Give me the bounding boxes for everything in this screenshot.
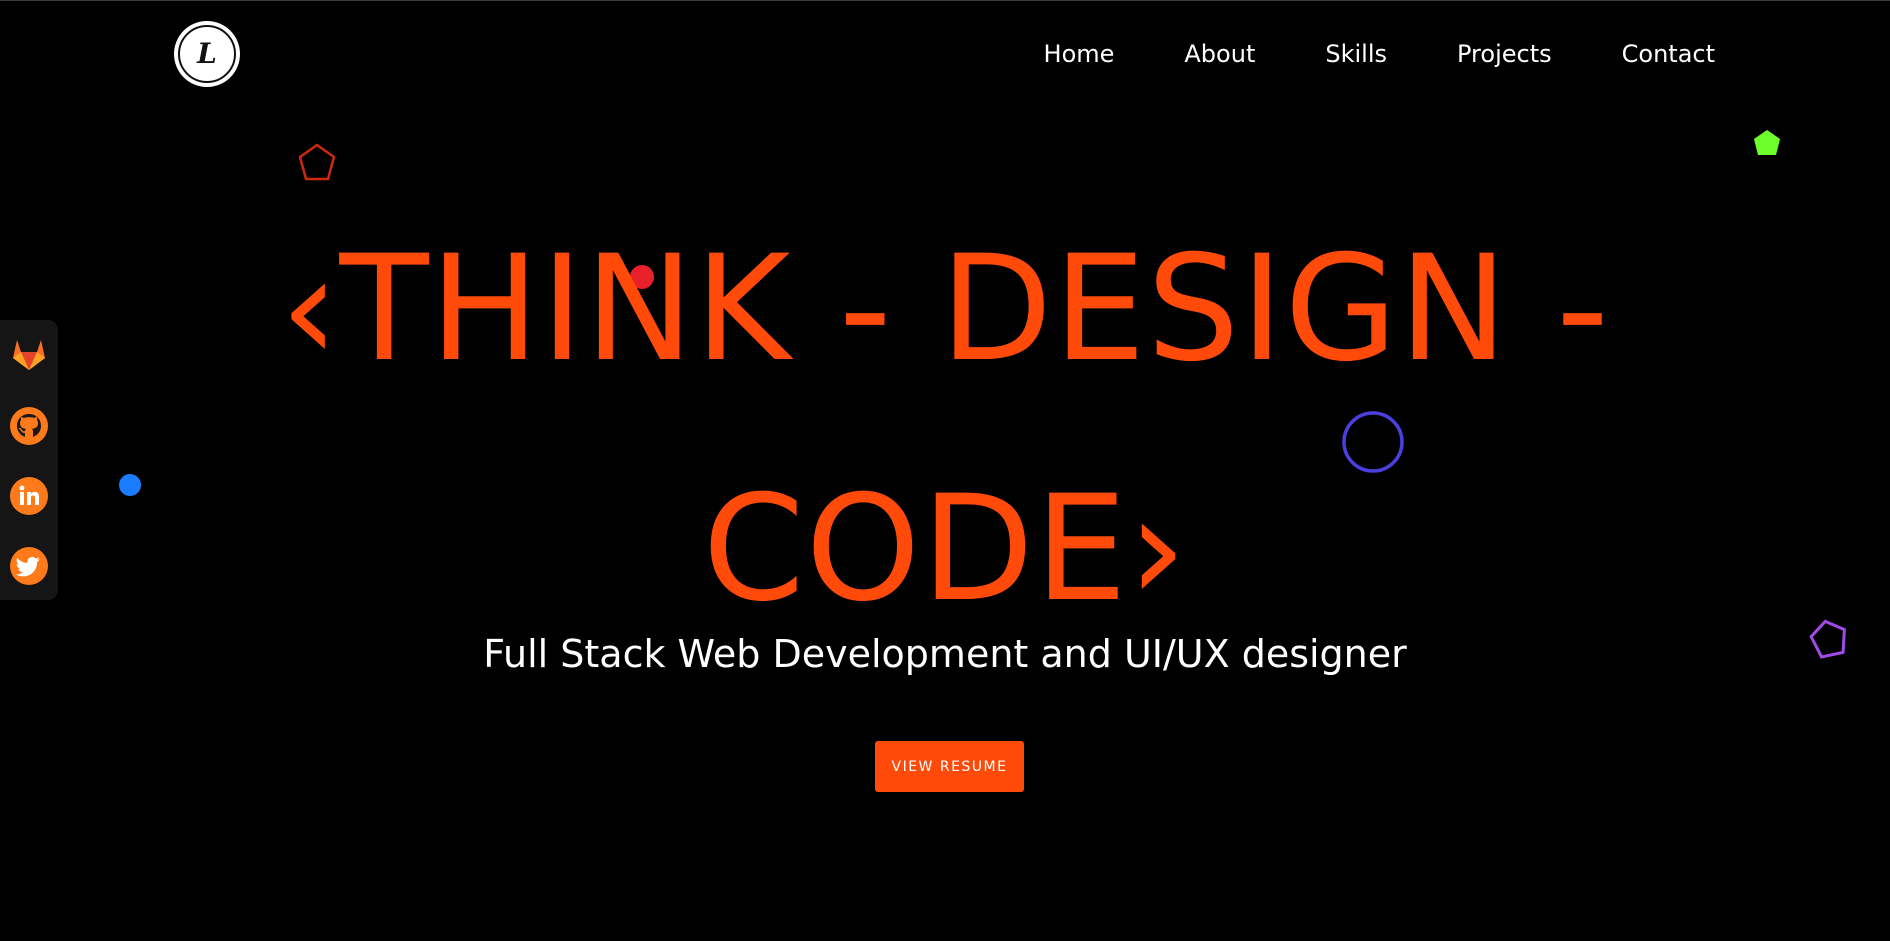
logo-ring: L (178, 25, 236, 83)
nav-link-about[interactable]: About (1184, 37, 1255, 71)
nav-link-contact[interactable]: Contact (1622, 37, 1715, 71)
nav-link-home[interactable]: Home (1044, 37, 1115, 71)
logo-icon[interactable]: L (174, 21, 240, 87)
page: L Home About Skills Projects Contact ‹TH… (0, 0, 1890, 941)
main-nav: Home About Skills Projects Contact (1044, 37, 1715, 71)
nav-link-skills[interactable]: Skills (1325, 37, 1387, 71)
pentagon-outline-icon (298, 143, 336, 181)
pentagon-filled-icon (1754, 130, 1780, 155)
hero-title-line-1: ‹THINK - DESIGN - (280, 224, 1610, 394)
nav-link-projects[interactable]: Projects (1457, 37, 1552, 71)
logo-letter: L (197, 37, 217, 70)
hero-title: ‹THINK - DESIGN - CODE› (0, 189, 1890, 669)
hero-subtitle: Full Stack Web Development and UI/UX des… (483, 632, 1407, 676)
view-resume-button[interactable]: VIEW RESUME (875, 741, 1024, 792)
